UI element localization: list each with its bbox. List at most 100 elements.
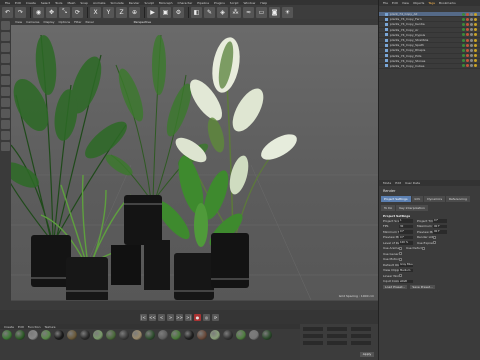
light-icon[interactable]: ☀ xyxy=(282,6,293,18)
edges-mode-icon[interactable] xyxy=(1,76,10,85)
material-swatch[interactable] xyxy=(15,330,25,340)
workplane-icon[interactable] xyxy=(1,54,10,63)
tweak-mode-icon[interactable] xyxy=(1,109,10,118)
tag-icon[interactable] xyxy=(474,48,477,52)
tag-icon[interactable] xyxy=(470,64,473,68)
material-swatch[interactable] xyxy=(54,330,64,340)
render-view-icon[interactable]: ▶ xyxy=(147,6,158,18)
transport-button[interactable]: >> xyxy=(176,313,183,321)
menu-item-animate[interactable]: Animate xyxy=(93,1,106,5)
attr-field[interactable]: 0 F xyxy=(399,230,413,234)
polygons-mode-icon[interactable] xyxy=(1,87,10,96)
transport-button[interactable]: ⟳ xyxy=(212,313,219,321)
object-name[interactable]: plant_74_Copy_All xyxy=(390,12,452,16)
attr-tab[interactable]: Referencing xyxy=(446,196,470,202)
tag-icon[interactable] xyxy=(474,54,477,58)
menu-item-simulate[interactable]: Simulate xyxy=(111,1,124,5)
tag-icon[interactable] xyxy=(474,59,477,63)
attr-checkbox[interactable] xyxy=(399,257,402,261)
material-menu-edit[interactable]: Edit xyxy=(18,325,24,329)
object-name[interactable]: plants_74_Copy_Kentia xyxy=(390,22,452,26)
attr-menu-edit[interactable]: Edit xyxy=(395,181,401,185)
coord-field[interactable] xyxy=(303,341,323,345)
tag-icon[interactable] xyxy=(474,43,477,47)
coord-field[interactable] xyxy=(303,334,323,338)
z-axis-icon[interactable]: Z xyxy=(116,6,127,18)
menu-item-pipeline[interactable]: Pipeline xyxy=(197,1,209,5)
tag-icon[interactable] xyxy=(466,59,469,63)
tag-icon[interactable] xyxy=(462,64,465,68)
subdivision-icon[interactable]: ◈ xyxy=(217,6,228,18)
attr-field[interactable]: Gray Blue xyxy=(399,263,413,267)
tag-icon[interactable] xyxy=(470,17,473,21)
tag-icon[interactable] xyxy=(470,22,473,26)
tag-icon[interactable] xyxy=(462,43,465,47)
render-picture-viewer-icon[interactable]: ▣ xyxy=(160,6,171,18)
tag-icon[interactable] xyxy=(462,17,465,21)
material-menu-create[interactable]: Create xyxy=(4,325,14,329)
render-settings-icon[interactable]: ⚙ xyxy=(173,6,184,18)
tag-icon[interactable] xyxy=(470,33,473,37)
viewport-menu-options[interactable]: Options xyxy=(59,20,71,24)
floor-icon[interactable]: ▭ xyxy=(256,6,267,18)
material-swatch[interactable] xyxy=(210,330,220,340)
object-name[interactable]: plants_74_Copy_Dypsis xyxy=(390,33,452,37)
redo-icon[interactable]: ↷ xyxy=(15,6,26,18)
transport-button[interactable]: > xyxy=(167,313,174,321)
material-swatch[interactable] xyxy=(158,330,168,340)
undo-icon[interactable]: ↶ xyxy=(2,6,13,18)
tag-icon[interactable] xyxy=(474,17,477,21)
perspective-viewport[interactable]: Grid Spacing : 1000 cm xyxy=(11,25,378,300)
material-swatch[interactable] xyxy=(197,330,207,340)
menu-item-script[interactable]: Script xyxy=(230,1,239,5)
tag-icon[interactable] xyxy=(462,48,465,52)
tag-icon[interactable] xyxy=(466,43,469,47)
coord-field[interactable] xyxy=(327,341,347,345)
attr-tab[interactable]: Info xyxy=(411,196,424,202)
tag-icon[interactable] xyxy=(470,54,473,58)
viewport-menu-cameras[interactable]: Cameras xyxy=(26,20,39,24)
pen-icon[interactable]: ✎ xyxy=(204,6,215,18)
coord-field[interactable] xyxy=(351,334,371,338)
material-swatch[interactable] xyxy=(67,330,77,340)
menu-item-mograph[interactable]: MoGraph xyxy=(159,1,173,5)
material-swatch[interactable] xyxy=(106,330,116,340)
attr-menu-mode[interactable]: Mode xyxy=(383,181,391,185)
tag-icon[interactable] xyxy=(470,48,473,52)
coord-field[interactable] xyxy=(327,334,347,338)
attr-tab[interactable]: Key Interpolation xyxy=(396,205,428,211)
transport-button[interactable]: ◎ xyxy=(203,313,210,321)
tag-icon[interactable] xyxy=(466,54,469,58)
object-name[interactable]: plants_74_Copy_Spath xyxy=(390,43,452,47)
material-swatch[interactable] xyxy=(145,330,155,340)
transport-button[interactable]: << xyxy=(149,313,156,321)
attr-checkbox[interactable] xyxy=(399,274,402,278)
snap-icon[interactable] xyxy=(1,120,10,129)
material-swatch[interactable] xyxy=(236,330,246,340)
tag-icon[interactable] xyxy=(474,38,477,42)
attr-field[interactable]: 0 F xyxy=(433,219,447,223)
object-row[interactable]: plants_74_Copy_Cubes xyxy=(379,64,480,70)
material-swatch[interactable] xyxy=(119,330,129,340)
object-name[interactable]: plants_74_Copy_Cubes xyxy=(390,64,452,68)
move-icon[interactable]: ✥ xyxy=(46,6,57,18)
tag-icon[interactable] xyxy=(462,12,465,16)
array-icon[interactable]: ⁂ xyxy=(230,6,241,18)
tag-icon[interactable] xyxy=(474,33,477,37)
menu-item-edit[interactable]: Edit xyxy=(15,1,21,5)
attr-checkbox[interactable] xyxy=(399,252,402,256)
coordinate-system-icon[interactable]: ⊕ xyxy=(129,6,140,18)
tag-icon[interactable] xyxy=(462,22,465,26)
attr-checkbox[interactable] xyxy=(433,241,436,245)
deformer-icon[interactable]: ≈ xyxy=(243,6,254,18)
object-name[interactable]: plants_74_Copy_Stones xyxy=(390,59,452,63)
axis-mode-icon[interactable] xyxy=(1,98,10,107)
y-axis-icon[interactable]: Y xyxy=(103,6,114,18)
object-name[interactable]: plants_74_Copy_Rhapis xyxy=(390,48,452,52)
material-menu-texture[interactable]: Texture xyxy=(45,325,56,329)
cube-icon[interactable]: ◧ xyxy=(191,6,202,18)
coord-field[interactable] xyxy=(351,341,371,345)
menu-item-snap[interactable]: Snap xyxy=(80,1,88,5)
attr-checkbox[interactable] xyxy=(433,235,436,239)
menu-item-file[interactable]: File xyxy=(5,1,10,5)
